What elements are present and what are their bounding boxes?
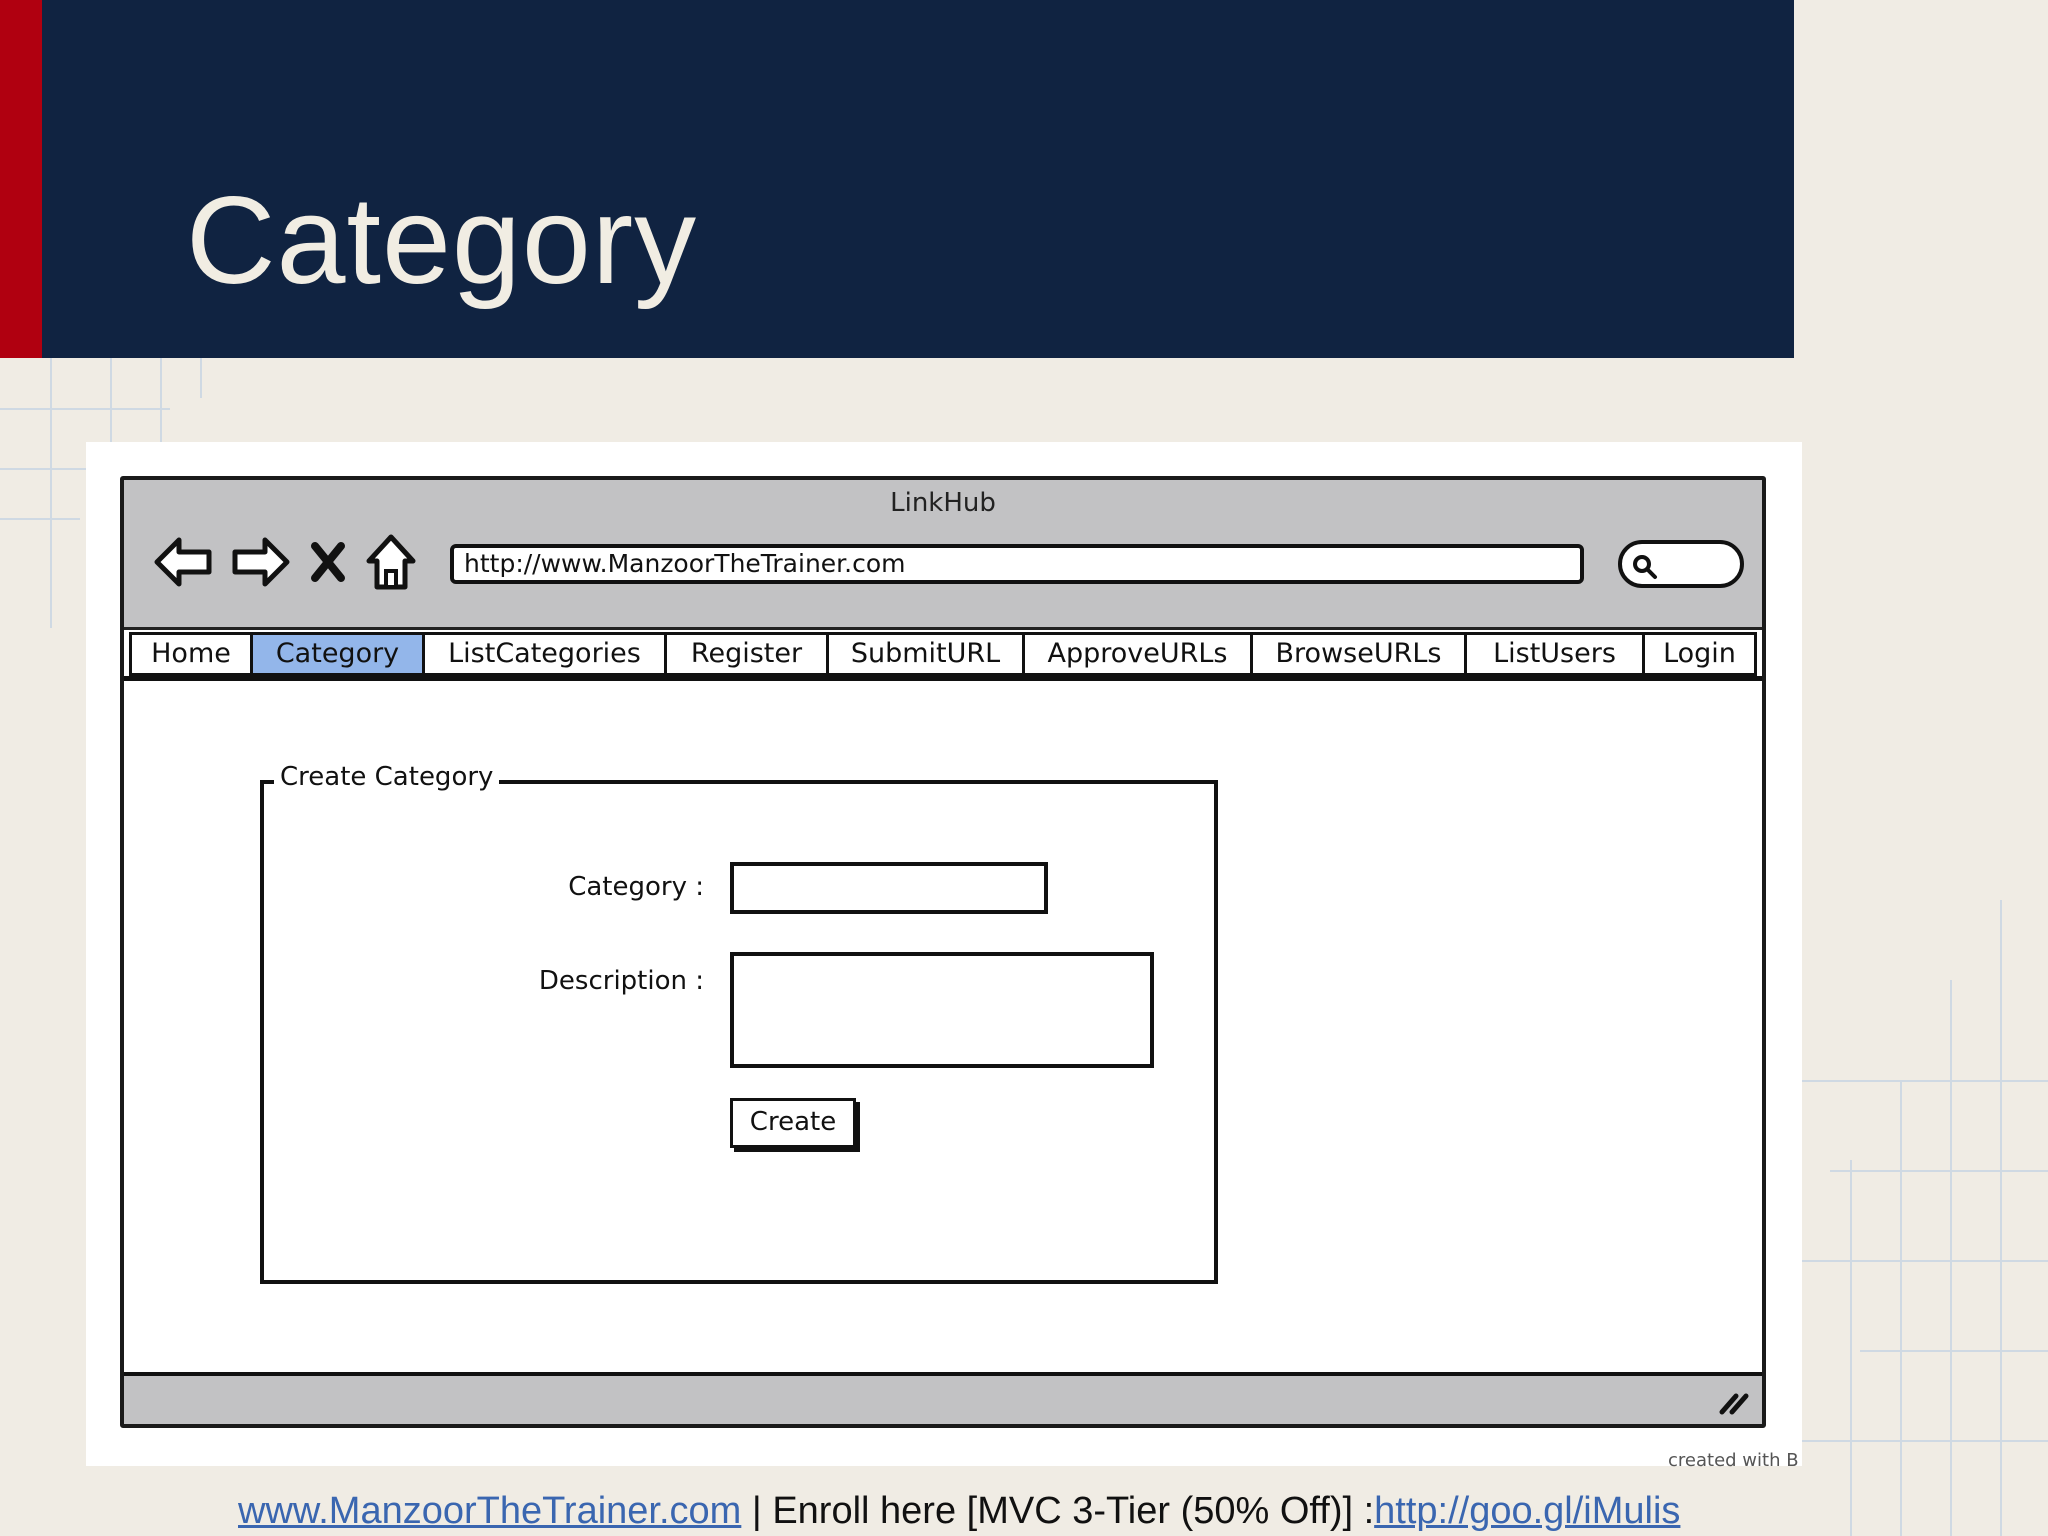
search-icon	[1633, 555, 1657, 579]
stop-icon[interactable]	[308, 530, 348, 594]
nav-tabs: Home Category ListCategories Register Su…	[129, 632, 1757, 676]
description-textarea[interactable]	[730, 952, 1154, 1068]
tab-register[interactable]: Register	[667, 632, 829, 676]
tabs-divider	[124, 676, 1762, 681]
tab-category[interactable]: Category	[253, 632, 425, 676]
tab-list-users[interactable]: ListUsers	[1467, 632, 1645, 676]
tab-approve-urls[interactable]: ApproveURLs	[1025, 632, 1253, 676]
category-input[interactable]	[730, 862, 1048, 914]
window-title: LinkHub	[890, 488, 996, 518]
footer-enroll-link[interactable]: http://goo.gl/iMulis	[1374, 1490, 1680, 1532]
tab-browse-urls[interactable]: BrowseURLs	[1253, 632, 1467, 676]
resize-grip-icon[interactable]	[1716, 1388, 1752, 1416]
footer-text: | Enroll here [MVC 3-Tier (50% Off)] :	[741, 1490, 1375, 1532]
tab-list-categories[interactable]: ListCategories	[425, 632, 667, 676]
header-accent-bar	[0, 0, 42, 358]
background-grid-decoration-right	[1800, 900, 2048, 1536]
tab-home[interactable]: Home	[129, 632, 253, 676]
description-label: Description :	[538, 966, 704, 996]
url-bar[interactable]: http://www.ManzoorTheTrainer.com	[450, 544, 1584, 584]
search-button[interactable]	[1618, 540, 1744, 588]
forward-arrow-icon[interactable]	[230, 530, 292, 594]
slide-title: Category	[186, 172, 698, 310]
back-arrow-icon[interactable]	[152, 530, 214, 594]
home-icon[interactable]	[364, 530, 418, 594]
category-label: Category :	[568, 872, 704, 902]
browser-status-bar	[124, 1372, 1762, 1424]
browser-toolbar: LinkHub http://www.ManzoorTheTrainer.com	[124, 480, 1762, 630]
create-button[interactable]: Create	[730, 1098, 856, 1148]
footer-site-link[interactable]: www.ManzoorTheTrainer.com	[238, 1490, 741, 1532]
tab-submit-url[interactable]: SubmitURL	[829, 632, 1025, 676]
footer: www.ManzoorTheTrainer.com | Enroll here …	[238, 1490, 1680, 1533]
mockup-watermark: created with B	[1668, 1450, 1799, 1471]
browser-window: LinkHub http://www.ManzoorTheTrainer.com…	[120, 476, 1766, 1428]
tab-login[interactable]: Login	[1645, 632, 1757, 676]
fieldset-legend: Create Category	[274, 762, 500, 792]
